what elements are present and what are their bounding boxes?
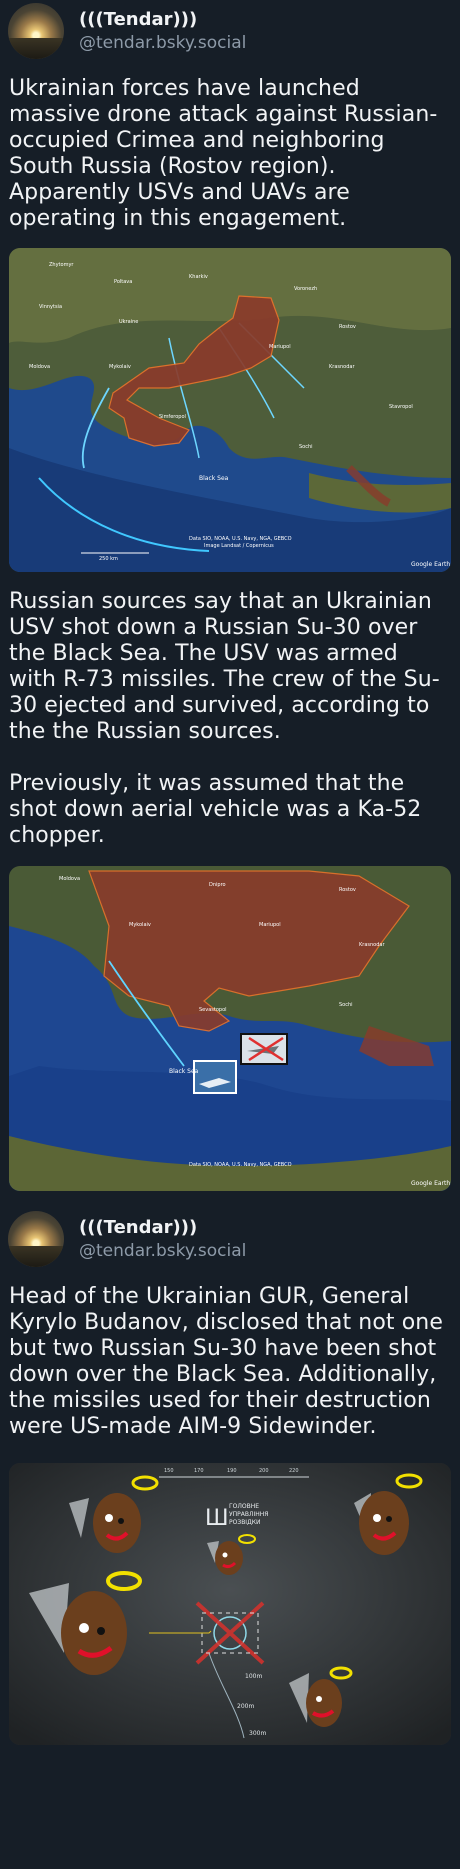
post-text: Head of the Ukrainian GUR, General Kyryl… <box>9 1284 443 1439</box>
heading-tick: 200 <box>259 1468 269 1474</box>
display-name[interactable]: (((Tendar))) <box>79 9 246 31</box>
svg-text:Sevastopol: Sevastopol <box>199 1007 227 1013</box>
svg-text:Krasnodar: Krasnodar <box>359 942 385 948</box>
svg-text:Sochi: Sochi <box>339 1002 353 1008</box>
svg-text:Poltava: Poltava <box>114 279 132 285</box>
map-credit-2: Image Landsat / Copernicus <box>204 543 274 549</box>
svg-text:Vinnytsia: Vinnytsia <box>39 304 62 310</box>
map-graphic: Moldova Dnipro Rostov Mykolaiv Mariupol Kras… <box>9 866 451 1191</box>
svg-text:Zhytomyr: Zhytomyr <box>49 262 74 268</box>
svg-text:Ukraine: Ukraine <box>119 319 138 325</box>
heading-tick: 190 <box>227 1468 237 1474</box>
post-text: Russian sources say that an Ukrainian US… <box>9 589 440 848</box>
svg-text:Simferopol: Simferopol <box>159 414 186 420</box>
author-names[interactable]: (((Tendar))) @tendar.bsky.social <box>79 1217 246 1262</box>
google-earth-logo: Google Earth <box>411 1180 450 1187</box>
emblem-line: УПРАВЛІННЯ <box>229 1511 268 1518</box>
map-image-black-sea[interactable]: Moldova Dnipro Rostov Mykolaiv Mariupol Kras… <box>9 866 451 1191</box>
svg-text:Stavropol: Stavropol <box>389 404 413 410</box>
svg-text:Mariupol: Mariupol <box>259 922 281 928</box>
post-header: (((Tendar))) @tendar.bsky.social <box>8 1208 451 1270</box>
range-label: 100m <box>245 1673 262 1680</box>
svg-text:Moldova: Moldova <box>29 364 50 370</box>
svg-text:Mykolaiv: Mykolaiv <box>129 922 151 928</box>
range-label: 200m <box>237 1703 254 1710</box>
svg-text:Kharkiv: Kharkiv <box>189 274 208 280</box>
post-3: (((Tendar))) @tendar.bsky.social Head of… <box>0 1208 460 1745</box>
trident-icon: Ш <box>205 1506 229 1531</box>
svg-text:Sochi: Sochi <box>299 444 313 450</box>
heading-tick: 220 <box>289 1468 299 1474</box>
svg-text:Krasnodar: Krasnodar <box>329 364 355 370</box>
svg-text:Mariupol: Mariupol <box>269 344 291 350</box>
emblem-line: РОЗВІДКИ <box>229 1519 261 1526</box>
heading-tick: 150 <box>164 1468 174 1474</box>
map-credit: Data SIO, NOAA, U.S. Navy, NGA, GEBCO <box>189 1162 292 1168</box>
video-graphic: 150 170 190 200 220 Ш ГОЛОВНЕ УПРАВЛІННЯ… <box>9 1463 451 1745</box>
display-name[interactable]: (((Tendar))) <box>79 1217 246 1239</box>
post-text: Ukrainian forces have launched massive d… <box>9 76 438 231</box>
author-handle[interactable]: @tendar.bsky.social <box>79 1240 246 1262</box>
map-graphic: Zhytomyr Poltava Kharkiv Voronezh Rostov Vin… <box>9 248 451 572</box>
post-1: (((Tendar))) @tendar.bsky.social Ukraini… <box>0 0 460 572</box>
range-label: 300m <box>249 1730 266 1737</box>
author-handle[interactable]: @tendar.bsky.social <box>79 32 246 54</box>
svg-text:Rostov: Rostov <box>339 324 356 330</box>
sea-label: Black Sea <box>169 1068 199 1075</box>
post-header: (((Tendar))) @tendar.bsky.social <box>8 0 451 62</box>
avatar[interactable] <box>8 3 64 59</box>
sea-label: Black Sea <box>199 475 229 482</box>
author-names[interactable]: (((Tendar))) @tendar.bsky.social <box>79 9 246 54</box>
svg-text:Dnipro: Dnipro <box>209 882 226 888</box>
scale-label: 250 km <box>99 556 118 562</box>
post-2: Russian sources say that an Ukrainian US… <box>0 589 460 1191</box>
usv-inset-photo <box>193 1060 237 1094</box>
svg-text:Rostov: Rostov <box>339 887 356 893</box>
map-image-crimea[interactable]: Zhytomyr Poltava Kharkiv Voronezh Rostov Vin… <box>9 248 451 572</box>
map-credit: Data SIO, NOAA, U.S. Navy, NGA, GEBCO <box>189 536 292 542</box>
avatar[interactable] <box>8 1211 64 1267</box>
svg-text:Voronezh: Voronezh <box>294 286 317 292</box>
google-earth-logo: Google Earth <box>411 561 450 568</box>
video-still-gur[interactable]: 150 170 190 200 220 Ш ГОЛОВНЕ УПРАВЛІННЯ… <box>9 1463 451 1745</box>
svg-text:Mykolaiv: Mykolaiv <box>109 364 131 370</box>
heading-tick: 170 <box>194 1468 204 1474</box>
svg-text:Moldova: Moldova <box>59 876 80 882</box>
emblem-line: ГОЛОВНЕ <box>229 1503 259 1510</box>
